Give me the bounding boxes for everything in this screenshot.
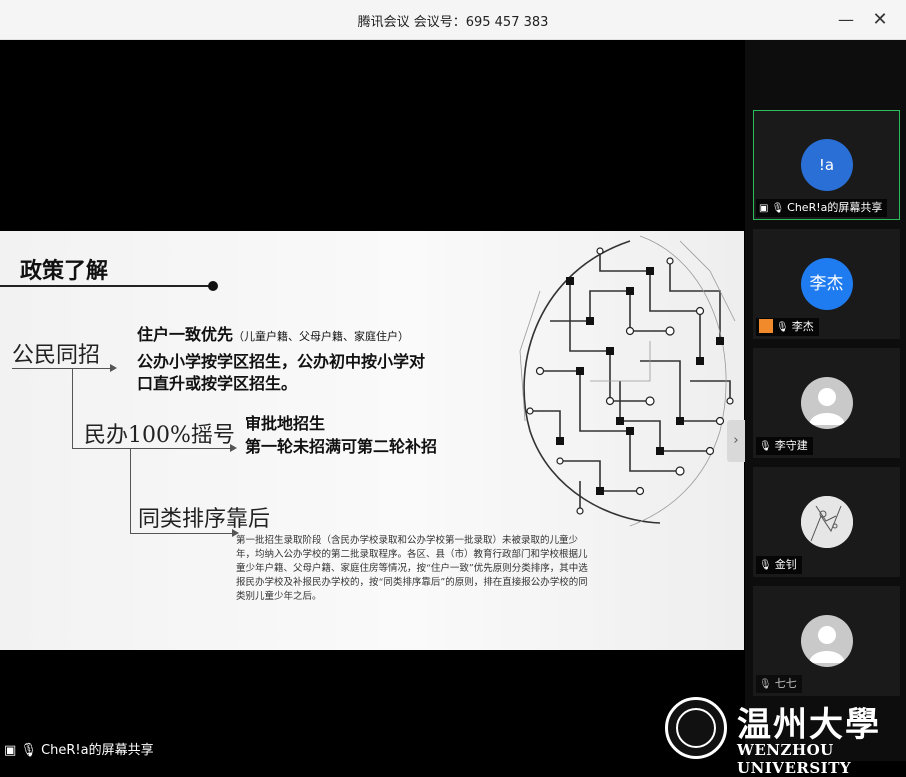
participant-name-text: 李杰 xyxy=(791,320,814,333)
participant-tile[interactable]: 🎙 金钊 xyxy=(753,467,900,577)
participant-tile[interactable]: 🎙 李守建 xyxy=(753,348,900,458)
microphone-muted-icon: 🎙 xyxy=(776,322,789,333)
participant-panel: !a ▣ 🎙 CheR!a的屏幕共享 李杰 🎙 李杰 🎙 李守建 🎙 金钊 🎙 七七 xyxy=(745,40,906,761)
screen-share-label: ▣ 🎙 CheR!a的屏幕共享 xyxy=(0,741,160,761)
policy-note: 第一批招生录取阶段（含民办学校录取和公办学校第一批录取）未被录取的儿童少年，均纳… xyxy=(236,535,588,602)
participant-name: 🎙 李杰 xyxy=(756,318,819,336)
network-globe-graphic xyxy=(519,235,736,527)
participant-name: ▣ 🎙 CheR!a的屏幕共享 xyxy=(756,199,888,217)
participant-tile[interactable]: 李杰 🎙 李杰 xyxy=(753,229,900,339)
avatar: 李杰 xyxy=(800,258,853,310)
heading-dot xyxy=(208,281,218,291)
participant-name: 🎙 七七 xyxy=(756,675,802,693)
microphone-icon: 🎙 xyxy=(20,743,42,758)
heading-underline xyxy=(0,285,214,287)
participant-name-text: 李守建 xyxy=(774,439,808,452)
participant-name-text: 七七 xyxy=(774,677,797,690)
microphone-icon: 🎙 xyxy=(771,203,785,214)
microphone-muted-icon: 🎙 xyxy=(759,679,772,690)
university-logo: 温州大學 WENZHOU UNIVERSITY xyxy=(665,695,906,777)
meeting-title: 腾讯会议 会议号：695 457 383 xyxy=(357,15,549,30)
default-avatar-icon xyxy=(800,377,853,429)
branch1-title: 住户一致优先（儿童户籍、父母户籍、家庭住户） xyxy=(137,321,409,345)
branch1-desc-line2: 口直升或按学区招生。 xyxy=(137,374,298,393)
connector xyxy=(72,368,73,448)
user-icon xyxy=(759,319,773,333)
branch-label-1: 公民同招 xyxy=(12,343,101,368)
participant-tile[interactable]: !a ▣ 🎙 CheR!a的屏幕共享 xyxy=(753,110,900,220)
university-seal-icon xyxy=(665,697,727,759)
logo-english-name: WENZHOU UNIVERSITY xyxy=(737,741,852,777)
avatar-photo xyxy=(800,496,853,548)
avatar: !a xyxy=(800,139,853,191)
connector-arrow xyxy=(110,364,117,372)
close-icon[interactable]: ✕ xyxy=(868,8,892,32)
minimize-icon[interactable]: — xyxy=(834,8,858,32)
branch1-title-main: 住户一致优先 xyxy=(137,325,234,344)
collapse-panel-toggle[interactable]: › xyxy=(727,420,745,462)
presentation-slide: 政策了解 公民同招 住户一致优先（儿童户籍、父母户籍、家庭住户） 公办小学按学区… xyxy=(0,231,744,650)
title-bar: 腾讯会议 会议号：695 457 383 — ✕ xyxy=(0,0,906,40)
connector xyxy=(130,448,131,534)
participant-name: 🎙 金钊 xyxy=(756,556,802,574)
branch1-desc-line1: 公办小学按学区招生，公办初中按小学对 xyxy=(137,352,426,371)
participant-name-text: 金钊 xyxy=(774,558,797,571)
microphone-muted-icon: 🎙 xyxy=(759,560,772,571)
branch-label-2: 民办100%摇号 xyxy=(84,423,235,448)
slide-heading: 政策了解 xyxy=(20,258,109,284)
connector xyxy=(130,533,234,534)
logo-chinese-name: 温州大學 xyxy=(737,705,881,745)
branch2-desc-line2: 第一轮未招满可第二轮补招 xyxy=(245,437,438,456)
screen-share-icon: ▣ xyxy=(759,203,769,214)
default-avatar-icon xyxy=(800,615,853,667)
participant-name-text: CheR!a的屏幕共享 xyxy=(787,201,883,214)
participant-name: 🎙 李守建 xyxy=(756,437,813,455)
microphone-muted-icon: 🎙 xyxy=(759,441,772,452)
branch2-desc-line1: 审批地招生 xyxy=(245,414,326,433)
screen-share-label-text: CheR!a的屏幕共享 xyxy=(41,743,154,758)
screen-share-icon: ▣ xyxy=(4,743,21,758)
branch-label-3: 同类排序靠后 xyxy=(138,507,271,532)
branch1-title-note: （儿童户籍、父母户籍、家庭住户） xyxy=(233,330,410,343)
shared-screen: 政策了解 公民同招 住户一致优先（儿童户籍、父母户籍、家庭住户） 公办小学按学区… xyxy=(0,40,745,761)
participant-tile[interactable]: 🎙 七七 xyxy=(753,586,900,696)
